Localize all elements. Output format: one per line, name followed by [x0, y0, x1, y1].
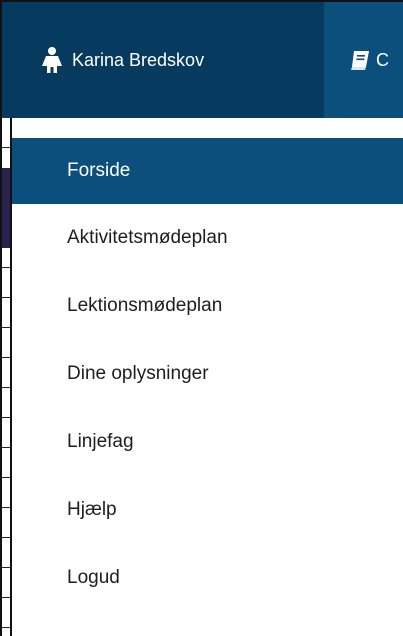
menu-item-label: Dine oplysninger — [67, 363, 209, 384]
dropdown-menu-list: Forside Aktivitetsmødeplan Lektionsmødep… — [12, 138, 403, 612]
menu-item-label: Linjefag — [67, 431, 134, 452]
menu-item-forside[interactable]: Forside — [12, 138, 403, 204]
menu-item-label: Forside — [67, 160, 131, 181]
menu-item-label: Hjælp — [67, 499, 117, 520]
user-name: Karina Bredskov — [72, 49, 205, 70]
menu-item-logud[interactable]: Logud — [12, 544, 403, 612]
book-icon — [349, 49, 371, 71]
menu-item-linjefag[interactable]: Linjefag — [12, 408, 403, 476]
left-accent-strip — [2, 168, 10, 248]
menu-item-label: Lektionsmødeplan — [67, 295, 223, 316]
app-frame: Karina Bredskov C Forside Aktivitetsmøde… — [0, 0, 403, 636]
user-dropdown-menu: Forside Aktivitetsmødeplan Lektionsmødep… — [10, 118, 403, 636]
menu-item-label: Aktivitetsmødeplan — [67, 227, 228, 248]
menu-item-hjaelp[interactable]: Hjælp — [12, 476, 403, 544]
menu-item-lektionsmodeplan[interactable]: Lektionsmødeplan — [12, 272, 403, 340]
nav-item-next-label: C — [376, 49, 389, 70]
user-menu-toggle[interactable]: Karina Bredskov — [2, 2, 324, 118]
top-navbar: Karina Bredskov C — [0, 0, 403, 118]
menu-item-aktivitetsmodeplan[interactable]: Aktivitetsmødeplan — [12, 204, 403, 272]
left-border-decoration — [0, 118, 10, 636]
menu-item-label: Logud — [67, 567, 120, 588]
female-user-icon — [40, 46, 64, 74]
menu-item-dine-oplysninger[interactable]: Dine oplysninger — [12, 340, 403, 408]
nav-item-next[interactable]: C — [324, 2, 403, 118]
